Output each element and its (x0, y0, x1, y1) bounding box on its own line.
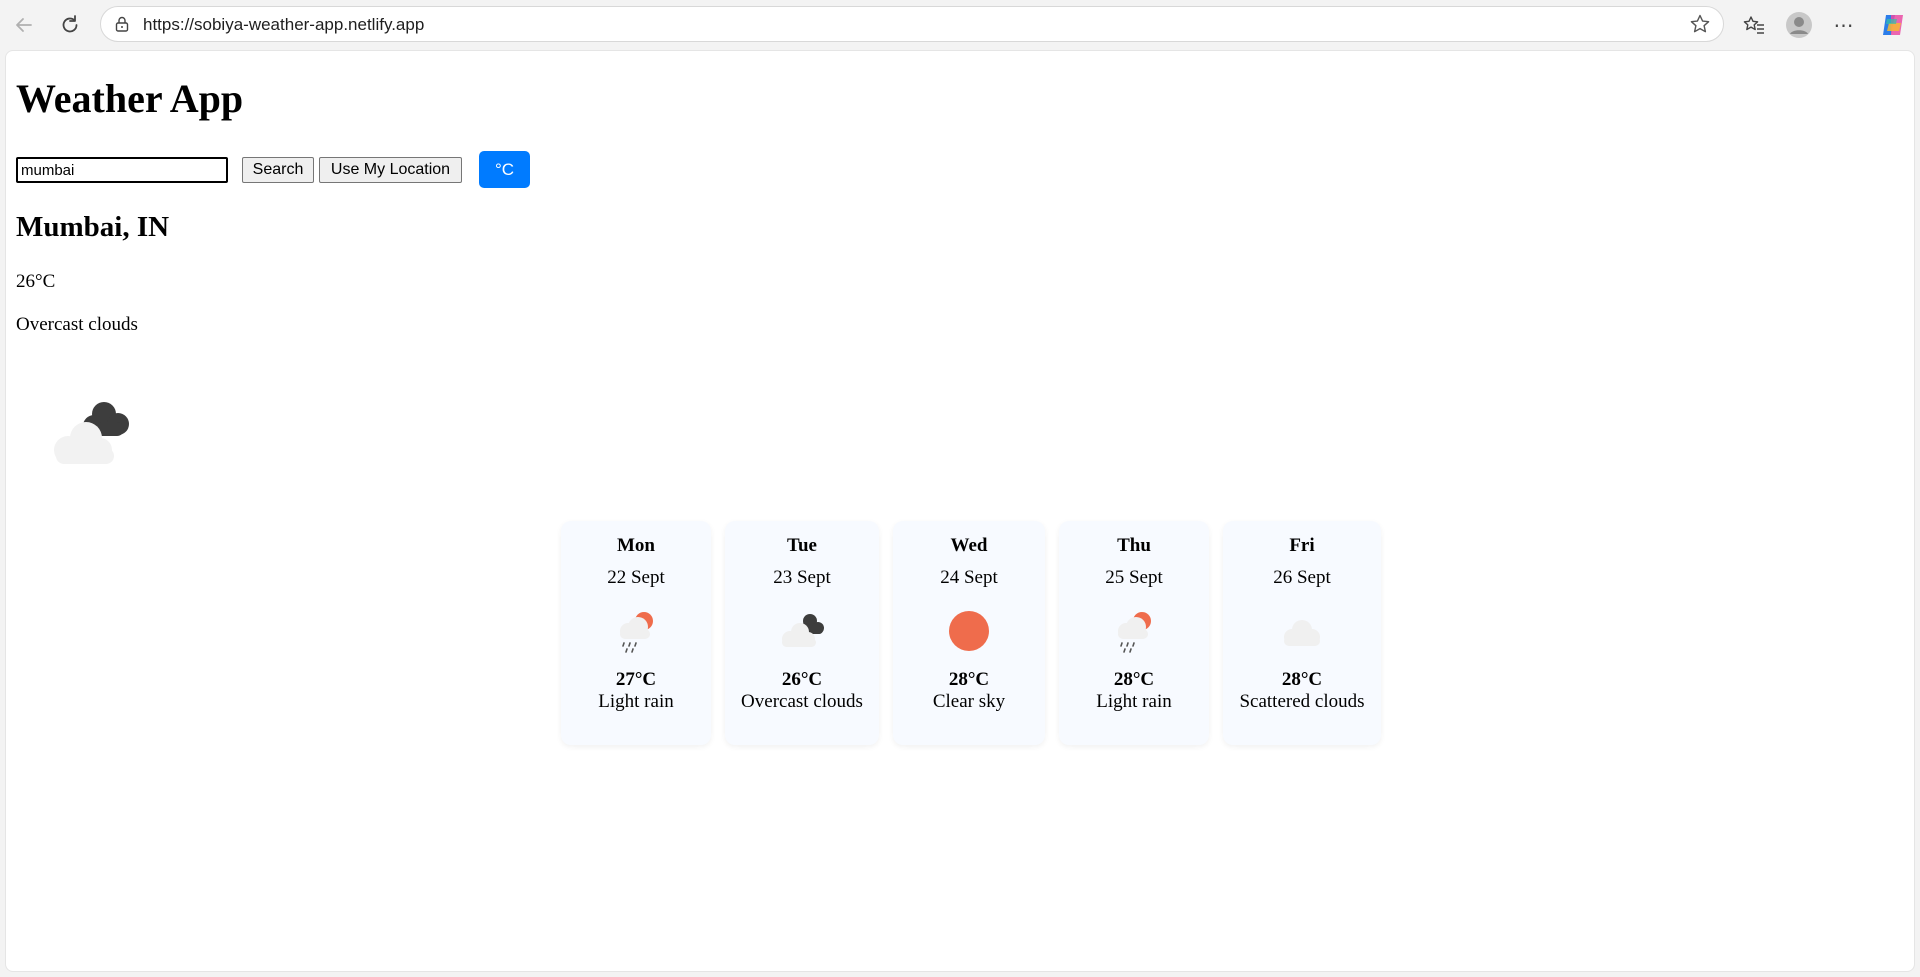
favorites-icon[interactable] (1738, 9, 1770, 41)
forecast-day: Mon (617, 535, 655, 556)
forecast-description: Light rain (1096, 691, 1172, 712)
forecast-date: 24 Sept (940, 567, 998, 588)
forecast-description: Light rain (598, 691, 674, 712)
forecast-card: Fri 26 Sept 28°C Scattered clouds (1223, 521, 1381, 745)
light-rain-icon (620, 612, 653, 653)
more-options-icon[interactable]: ⋯ (1828, 9, 1860, 41)
forecast-card: Thu 25 Sept 28°C Light rain (1059, 521, 1209, 745)
overcast-clouds-icon (782, 614, 824, 647)
forecast-date: 23 Sept (773, 567, 831, 588)
address-bar[interactable]: https://sobiya-weather-app.netlify.app (100, 6, 1724, 42)
forecast-card: Mon 22 Sept 27°C Light rain (561, 521, 711, 745)
forecast-temperature: 27°C (615, 669, 657, 690)
reload-icon[interactable] (54, 9, 86, 41)
forecast-list: Mon 22 Sept 27°C Light rain Tue 23 Sept (561, 521, 1381, 745)
forecast-card: Wed 24 Sept 28°C Clear sky (893, 521, 1045, 745)
forecast-card: Tue 23 Sept 26°C Overcast clouds (725, 521, 879, 745)
use-my-location-button[interactable]: Use My Location (319, 157, 462, 183)
forecast-temperature: 28°C (1113, 669, 1155, 690)
scattered-clouds-icon (1284, 620, 1320, 646)
forecast-temperature: 26°C (781, 669, 823, 690)
page-viewport: Weather App Search Use My Location °C Mu… (5, 50, 1915, 972)
overcast-clouds-icon (54, 402, 129, 464)
copilot-icon[interactable] (1877, 9, 1909, 41)
sun-icon (949, 611, 989, 651)
forecast-description: Overcast clouds (741, 691, 863, 712)
forecast-day: Thu (1117, 535, 1151, 556)
forecast-description: Clear sky (932, 691, 1006, 712)
forecast-date: 25 Sept (1105, 567, 1163, 588)
forecast-temperature: 28°C (1281, 669, 1323, 690)
favorite-star-icon[interactable] (1689, 13, 1711, 35)
forecast-description: Scattered clouds (1239, 691, 1365, 712)
profile-avatar-icon[interactable] (1783, 9, 1815, 41)
forecast-day: Wed (950, 535, 988, 556)
url-text[interactable]: https://sobiya-weather-app.netlify.app (143, 15, 424, 35)
city-name: Mumbai, IN (16, 211, 170, 243)
unit-toggle-button[interactable]: °C (479, 151, 530, 188)
lock-icon[interactable] (113, 15, 131, 33)
light-rain-icon (1118, 612, 1151, 653)
app-title: Weather App (16, 76, 244, 121)
city-search-input[interactable] (16, 157, 228, 183)
browser-toolbar: https://sobiya-weather-app.netlify.app ⋯ (0, 0, 1920, 50)
forecast-day: Fri (1289, 535, 1315, 556)
forecast-temperature: 28°C (948, 669, 990, 690)
current-temperature: 26°C (16, 271, 56, 292)
forecast-date: 26 Sept (1273, 567, 1331, 588)
forecast-day: Tue (787, 535, 817, 556)
current-description: Overcast clouds (16, 314, 138, 335)
search-button[interactable]: Search (242, 157, 314, 183)
back-arrow-icon[interactable] (8, 9, 40, 41)
forecast-date: 22 Sept (607, 567, 665, 588)
